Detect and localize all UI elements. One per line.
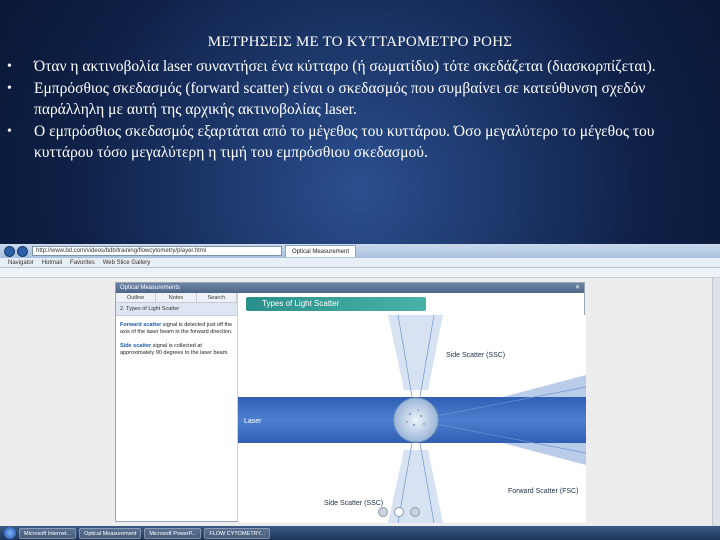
bullet-item: • Ο εμπρόσθιος σκεδασμός εξαρτάται από τ… xyxy=(6,121,712,163)
back-button[interactable] xyxy=(4,245,15,257)
player-header: Optical Measurements ✕ xyxy=(116,283,584,293)
tab-optical-measurement[interactable]: Optical Measurement xyxy=(285,245,357,257)
fsc-label: Forward Scatter (FSC) xyxy=(508,488,578,495)
training-player: Optical Measurements ✕ Outline Notes Sea… xyxy=(115,282,586,523)
light-scatter-diagram: Laser Side Scatter (SSC) Side Scatter (S… xyxy=(238,315,586,523)
tab-notes[interactable]: Notes xyxy=(156,293,197,302)
cell-particle xyxy=(393,397,439,443)
forward-icon[interactable] xyxy=(410,507,420,517)
bullet-item: • Όταν η ακτινοβολία laser συναντήσει έν… xyxy=(6,56,712,77)
close-icon[interactable]: ✕ xyxy=(575,283,584,293)
tab-outline[interactable]: Outline xyxy=(116,293,157,302)
bullet-text: Όταν η ακτινοβολία laser συναντήσει ένα … xyxy=(34,58,656,75)
bullet-text: Ο εμπρόσθιος σκεδασμός εξαρτάται από το … xyxy=(34,123,655,161)
lesson-notes: Forward scatter signal is detected just … xyxy=(116,316,237,370)
lesson-title[interactable]: 2. Types of Light Scatter xyxy=(116,303,237,316)
player-title: Optical Measurements xyxy=(120,285,181,291)
bookmark-item[interactable]: Web Slice Gallery xyxy=(103,260,151,266)
bookmark-item[interactable]: Hotmail xyxy=(42,260,62,266)
taskbar-item[interactable]: FLOW CYTOMETRY... xyxy=(204,527,270,539)
bullet-dot-icon: • xyxy=(7,124,12,139)
notes-paragraph: Forward scatter signal is detected just … xyxy=(120,322,233,336)
rewind-icon[interactable] xyxy=(378,507,388,517)
play-icon[interactable] xyxy=(394,507,404,517)
page-frame: Optical Measurements ✕ Outline Notes Sea… xyxy=(0,278,720,526)
playback-controls xyxy=(378,505,578,519)
player-main: Types of Light Scatter Laser Side Scatte… xyxy=(238,293,586,523)
bullet-dot-icon: • xyxy=(7,59,12,74)
laser-label: Laser xyxy=(244,418,262,425)
windows-taskbar: Microsoft Internet... Optical Measuremen… xyxy=(0,526,720,540)
notes-paragraph: Side scatter signal is collected at appr… xyxy=(120,343,233,357)
start-button[interactable] xyxy=(4,527,16,539)
bullet-text: Εμπρόσθιος σκεδασμός (forward scatter) ε… xyxy=(34,80,646,118)
bullet-item: • Εμπρόσθιος σκεδασμός (forward scatter)… xyxy=(6,78,712,120)
player-sidebar: Outline Notes Search 2. Types of Light S… xyxy=(116,293,238,521)
ssc-bottom-label: Side Scatter (SSC) xyxy=(324,500,383,507)
bookmarks-bar: Navigator Hotmail Favorites Web Slice Ga… xyxy=(0,258,720,268)
ssc-top-label: Side Scatter (SSC) xyxy=(446,352,505,359)
bullet-dot-icon: • xyxy=(7,81,12,96)
page-scrollbar[interactable] xyxy=(712,278,720,526)
term-side-scatter: Side scatter xyxy=(120,343,152,349)
taskbar-item[interactable]: Microsoft PowerP... xyxy=(144,527,202,539)
forward-button[interactable] xyxy=(17,245,28,257)
topic-banner: Types of Light Scatter xyxy=(246,297,426,311)
tab-search[interactable]: Search xyxy=(196,293,237,302)
taskbar-item[interactable]: Microsoft Internet... xyxy=(19,527,77,539)
url-field[interactable]: http://www.bd.com/videos/bdb/training/fl… xyxy=(32,246,282,256)
browser-toolbar xyxy=(0,268,720,278)
bookmark-item[interactable]: Favorites xyxy=(70,260,95,266)
browser-screenshot: http://www.bd.com/videos/bdb/training/fl… xyxy=(0,244,720,540)
bookmark-item[interactable]: Navigator xyxy=(8,260,34,266)
address-bar-row: http://www.bd.com/videos/bdb/training/fl… xyxy=(0,244,720,258)
taskbar-item[interactable]: Optical Measurement xyxy=(79,527,142,539)
slide-title: ΜΕΤΡΗΣΕΙΣ ΜΕ ΤΟ ΚΥΤΤΑΡΟΜΕΤΡΟ ΡΟΗΣ xyxy=(207,34,513,50)
bullet-list: • Όταν η ακτινοβολία laser συναντήσει έν… xyxy=(6,56,712,164)
term-forward-scatter: Forward scatter xyxy=(120,322,162,328)
